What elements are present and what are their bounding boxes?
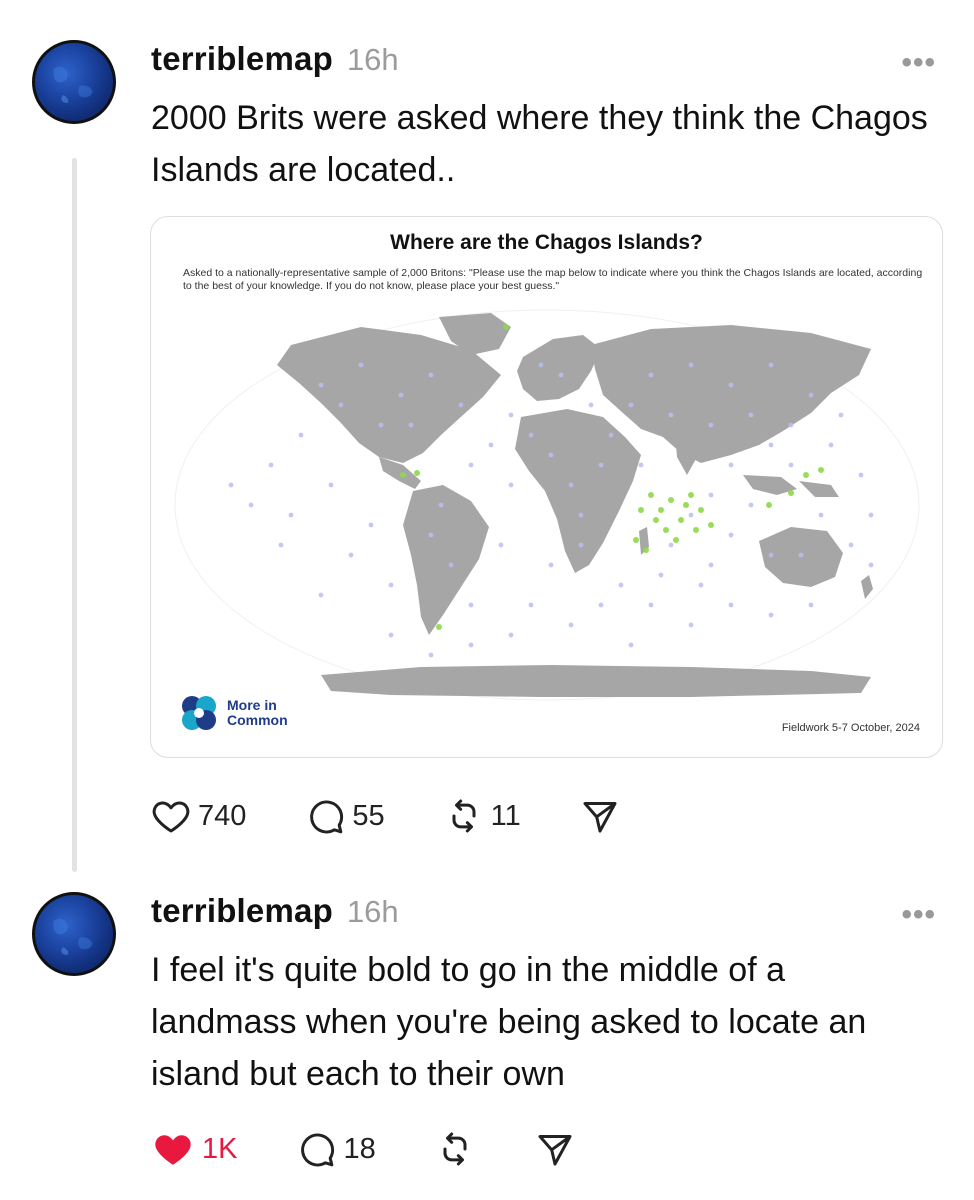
like-button[interactable]: 1K: [150, 1128, 237, 1170]
username[interactable]: terriblemap: [151, 892, 333, 930]
repost-arrows-icon: [443, 1132, 467, 1166]
post-header: terriblemap 16h: [151, 892, 399, 930]
thread-post-2: terriblemap 16h ••• I feel it's quite bo…: [0, 0, 974, 1200]
speech-bubble-icon: [301, 1133, 335, 1167]
timestamp: 16h: [346, 894, 399, 929]
avatar[interactable]: [32, 892, 116, 976]
reply-count: 18: [343, 1132, 376, 1165]
heart-filled-icon: [155, 1135, 191, 1165]
like-count: 1K: [202, 1132, 238, 1165]
more-options-button[interactable]: •••: [901, 898, 936, 932]
repost-button[interactable]: [434, 1129, 476, 1169]
paper-plane-icon: [538, 1135, 572, 1166]
share-button[interactable]: [534, 1129, 576, 1169]
action-bar: 1K 18: [150, 1128, 634, 1170]
reply-button[interactable]: 18: [295, 1129, 376, 1169]
post-text: I feel it's quite bold to go in the midd…: [151, 951, 867, 1093]
